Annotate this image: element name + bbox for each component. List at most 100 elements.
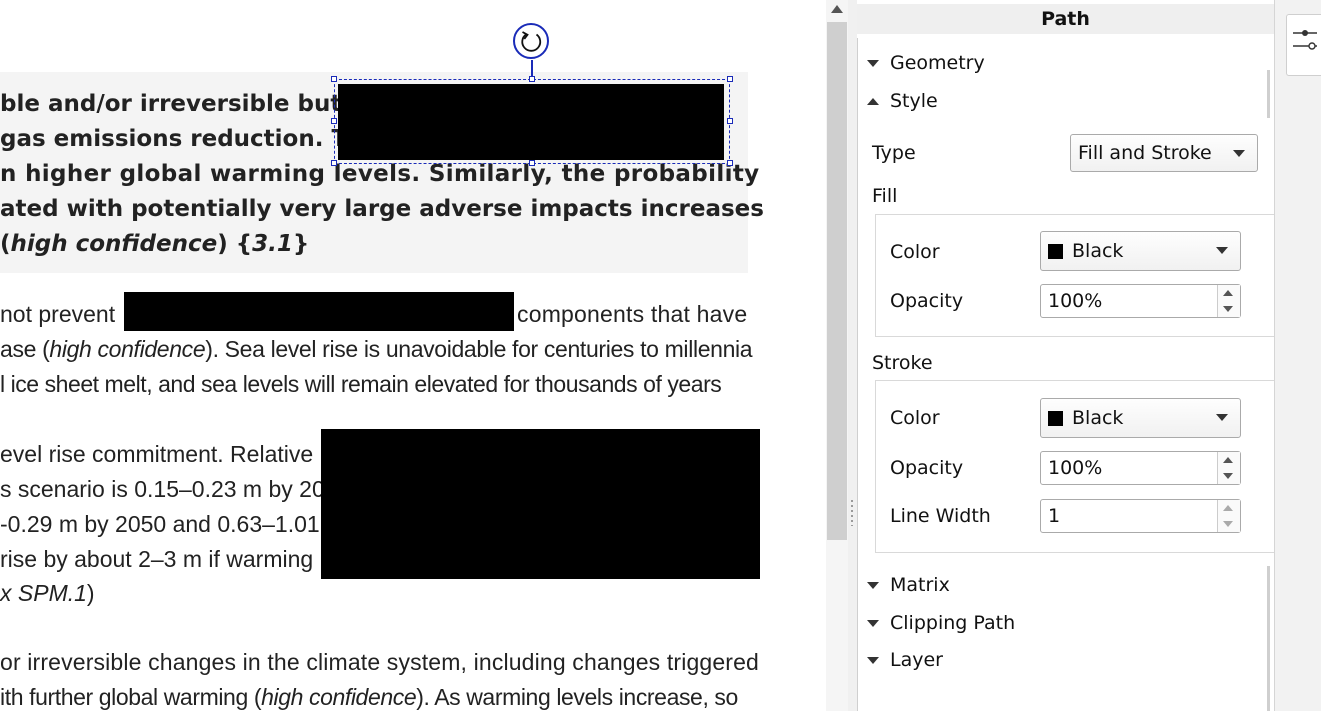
text-span: ( — [0, 231, 11, 257]
section-label: Matrix — [890, 574, 950, 596]
quote-line-3: n higher global warming levels. Similarl… — [0, 161, 760, 187]
line-width-spinbox[interactable]: 1 — [1040, 499, 1241, 533]
section-matrix[interactable]: Matrix — [867, 574, 950, 596]
resize-handle-sw[interactable] — [331, 160, 337, 166]
para1-line1b: components that have — [517, 301, 748, 327]
type-value: Fill and Stroke — [1078, 142, 1212, 164]
increment-icon[interactable] — [1223, 505, 1233, 511]
decrement-icon[interactable] — [1223, 521, 1233, 527]
expand-icon — [867, 656, 879, 664]
panel-scroll-indicator[interactable] — [1267, 566, 1270, 711]
quote-line-5: (high confidence) {3.1} — [0, 233, 309, 256]
redaction-rect[interactable] — [321, 429, 760, 579]
text-span-italic: high confidence — [49, 336, 206, 362]
decrement-icon[interactable] — [1223, 306, 1233, 312]
para3-line1: or irreversible changes in the climate s… — [0, 649, 759, 675]
section-layer[interactable]: Layer — [867, 649, 943, 671]
quote-line-1: ble and/or irreversible but — [0, 91, 342, 117]
sliders-icon — [1293, 30, 1317, 50]
expand-icon — [867, 619, 879, 627]
panel-scroll-indicator[interactable] — [1267, 70, 1270, 118]
properties-panel: Path Geometry Style Type Fill and Stroke… — [857, 0, 1275, 711]
text-span: } — [292, 231, 310, 257]
quote-line-2: gas emissions reduction. T — [0, 126, 348, 152]
document-canvas[interactable]: ble and/or irreversible but gas emission… — [0, 0, 826, 711]
text-span: ). As warming levels increase, so — [416, 684, 738, 710]
expand-icon — [867, 581, 879, 589]
scroll-up-icon[interactable] — [831, 5, 843, 13]
stroke-color-dropdown[interactable]: Black — [1040, 398, 1241, 438]
color-swatch — [1048, 243, 1063, 259]
section-clipping-path[interactable]: Clipping Path — [867, 612, 1015, 634]
section-label: Geometry — [890, 52, 985, 74]
chevron-down-icon — [1216, 247, 1228, 254]
fill-color-value: Black — [1072, 240, 1124, 262]
rotate-handle[interactable] — [513, 23, 549, 59]
increment-icon[interactable] — [1223, 290, 1233, 296]
expand-icon — [867, 59, 879, 67]
redaction-rect[interactable] — [124, 292, 514, 331]
rotate-icon — [521, 31, 542, 52]
text-span: ase ( — [0, 336, 50, 362]
chevron-down-icon — [1233, 150, 1245, 157]
para1-line2: ase (high confidence). Sea level rise is… — [0, 336, 753, 362]
line-width-label: Line Width — [890, 505, 991, 527]
resize-handle-se[interactable] — [727, 160, 733, 166]
text-span: ) { — [217, 231, 253, 257]
para2-line4: rise by about 2–3 m if warming — [0, 546, 314, 572]
text-span-italic: high confidence — [10, 231, 218, 257]
resize-handle-w[interactable] — [331, 118, 337, 124]
text-span-italic: high confidence — [261, 684, 417, 710]
quote-line-4: ated with potentially very large adverse… — [0, 196, 764, 222]
fill-color-dropdown[interactable]: Black — [1040, 231, 1241, 271]
color-swatch — [1048, 410, 1063, 426]
text-span: ) — [86, 580, 95, 606]
para3-line2: ith further global warming (high confide… — [0, 686, 738, 709]
para1-line1a: not prevent — [0, 301, 116, 327]
panel-title: Path — [857, 4, 1274, 34]
resize-handle-n[interactable] — [529, 76, 535, 82]
section-geometry[interactable]: Geometry — [867, 52, 985, 74]
scroll-thumb[interactable] — [827, 22, 847, 540]
fill-opacity-value: 100% — [1048, 290, 1103, 312]
stroke-opacity-value: 100% — [1048, 457, 1103, 479]
type-label: Type — [872, 142, 916, 164]
fill-opacity-label: Opacity — [890, 290, 964, 312]
decrement-icon[interactable] — [1223, 473, 1233, 479]
stroke-opacity-label: Opacity — [890, 457, 964, 479]
section-label: Layer — [890, 649, 943, 671]
chevron-down-icon — [1216, 414, 1228, 421]
tab-properties[interactable] — [1286, 14, 1321, 76]
resize-handle-nw[interactable] — [331, 76, 337, 82]
type-dropdown[interactable]: Fill and Stroke — [1070, 134, 1258, 172]
fill-opacity-spinbox[interactable]: 100% — [1040, 284, 1241, 318]
para2-line5: x SPM.1) — [0, 582, 95, 605]
text-span-italic: 3.1 — [252, 231, 293, 257]
text-span: ith further global warming ( — [0, 684, 262, 710]
line-width-value: 1 — [1048, 505, 1061, 527]
para1-line3: l ice sheet melt, and sea levels will re… — [0, 371, 722, 397]
stroke-label: Stroke — [872, 352, 933, 374]
text-span-italic: x SPM.1 — [0, 580, 87, 606]
selection-box[interactable] — [334, 79, 730, 164]
fill-color-label: Color — [890, 241, 940, 263]
para2-line3: -0.29 m by 2050 and 0.63–1.01 — [0, 511, 320, 537]
section-label: Clipping Path — [890, 612, 1016, 634]
text-span: ). Sea level rise is unavoidable for cen… — [205, 336, 753, 362]
section-label: Style — [890, 90, 938, 112]
sidebar-tabstrip — [1274, 0, 1321, 711]
document-scrollbar[interactable] — [826, 0, 848, 711]
resize-handle-s[interactable] — [529, 160, 535, 166]
resize-handle-ne[interactable] — [727, 76, 733, 82]
section-style[interactable]: Style — [867, 90, 938, 112]
panel-splitter[interactable] — [848, 0, 857, 711]
fill-label: Fill — [872, 185, 898, 207]
stroke-opacity-spinbox[interactable]: 100% — [1040, 451, 1241, 485]
resize-handle-e[interactable] — [727, 118, 733, 124]
collapse-icon — [867, 97, 879, 105]
para2-line2: s scenario is 0.15–0.23 m by 20 — [0, 476, 325, 502]
stroke-color-label: Color — [890, 407, 940, 429]
grip-icon — [851, 500, 853, 526]
para2-line1: evel rise commitment. Relative — [0, 441, 314, 467]
increment-icon[interactable] — [1223, 457, 1233, 463]
